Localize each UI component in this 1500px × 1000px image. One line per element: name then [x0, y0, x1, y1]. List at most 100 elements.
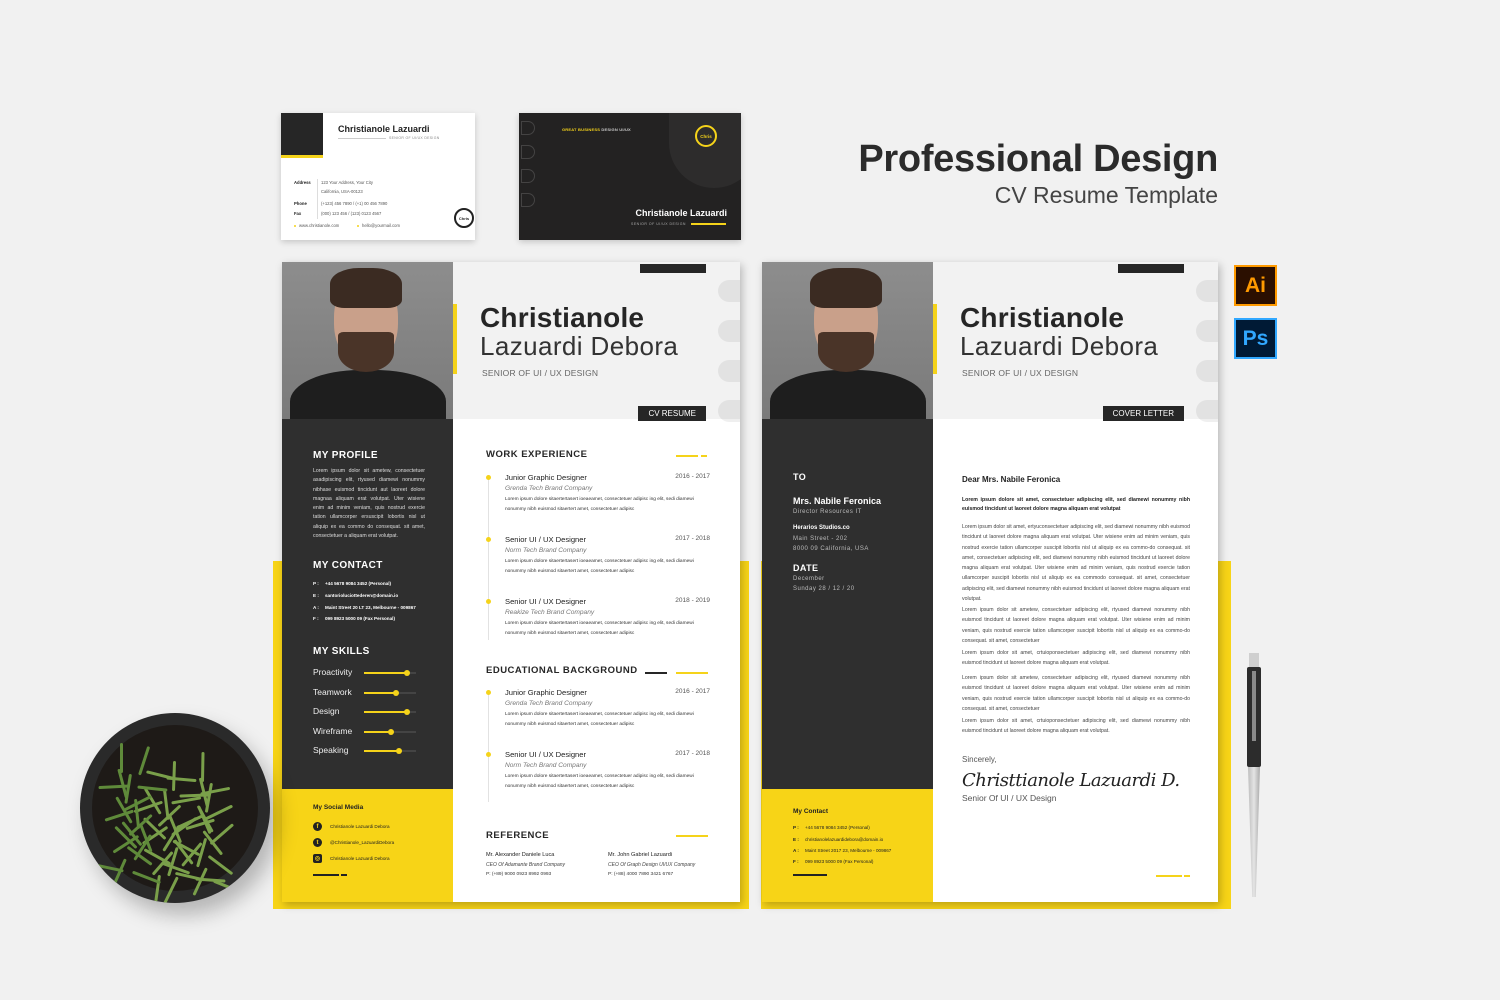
- bullet-icon: [294, 224, 296, 227]
- profile-photo: [762, 262, 933, 419]
- skill-label: Teamwork: [313, 686, 352, 697]
- date-day: Sunday 28 / 12 / 20: [793, 586, 855, 592]
- cv-sidebar: MY PROFILE Lorem ipsum dolor sit ametew,…: [282, 419, 453, 789]
- card-address-line1: 123 Your Address, Your City: [321, 180, 373, 185]
- section-accent-line: [676, 672, 708, 674]
- skill-bar-knob: [403, 670, 410, 676]
- reference-phone: P: (+88) 4000 7890 3421 6767: [608, 872, 674, 877]
- signature: Christtianole Lazuardi D.: [962, 770, 1180, 791]
- entry-title: Junior Graphic Designer: [505, 688, 587, 697]
- card-website-text: www.christianole.com: [299, 223, 340, 228]
- work-heading: WORK EXPERIENCE: [486, 449, 588, 460]
- card-fax: (000) 123 456 / (123) 0123 4567: [321, 211, 382, 216]
- cv-first-name: Christianole: [480, 302, 645, 333]
- contact-key: A :: [313, 605, 319, 610]
- contact-value: 099 8923 5000 09 (Fax Personal): [805, 859, 874, 864]
- recipient-title: Director Resources IT: [793, 509, 862, 515]
- contact-value: santorioluciottederen@domain.io: [325, 593, 399, 598]
- entry-description: Lorem ipsum dolore sitaertertasert ioeae…: [505, 497, 694, 512]
- facebook-icon: f: [313, 822, 322, 831]
- header-top-bar: [640, 264, 706, 273]
- photoshop-icon: Ps: [1234, 318, 1277, 359]
- lead-paragraph: Lorem ipsum dolore sit amet, consectetue…: [962, 497, 1190, 513]
- instagram-icon: ◎: [313, 854, 322, 863]
- contact-key: F :: [793, 859, 799, 864]
- social-facebook[interactable]: f Christianole Lazuardi Debora: [313, 822, 390, 831]
- reference-role: CEO Of Adamante Brand Company: [486, 862, 566, 868]
- card-vertical-divider: [317, 179, 318, 219]
- skill-bar-fill: [364, 730, 392, 733]
- headline-title: Professional Design: [858, 138, 1218, 180]
- card-back-name: Christianole Lazuardi: [635, 208, 727, 218]
- footer-divider: [793, 874, 827, 876]
- twitter-icon: t: [313, 838, 322, 847]
- skill-bar: [364, 728, 416, 735]
- section-accent-line: [676, 835, 708, 837]
- card-phone-label: Phone: [294, 201, 307, 206]
- cl-first-name: Christianole: [960, 302, 1125, 333]
- pen-decoration: [1247, 653, 1261, 913]
- recipient-name: Mrs. Nabile Feronica: [793, 496, 882, 506]
- profile-text: Lorem ipsum dolor sit ametew, consectetu…: [313, 468, 425, 540]
- entry-dates: 2017 - 2018: [675, 750, 710, 757]
- timeline-dot: [486, 752, 491, 757]
- social-footer: My Social Media f Christianole Lazuardi D…: [282, 789, 453, 902]
- profile-heading: MY PROFILE: [313, 450, 378, 461]
- skill-bar: [364, 670, 416, 676]
- skill-bar-fill: [364, 691, 396, 694]
- date-heading: DATE: [793, 563, 819, 573]
- card-back-subtitle: SENIOR OF UI/UX DESIGN: [631, 222, 686, 226]
- contact-heading: MY CONTACT: [313, 560, 383, 571]
- contact-value: +44 5678 9084 3452 (Personal): [805, 825, 870, 830]
- education-timeline: [488, 690, 489, 802]
- tagline-rest: DESIGN UI/UX: [600, 127, 631, 132]
- entry-company: Grenda Tech Brand Company: [505, 700, 593, 707]
- social-instagram[interactable]: ◎ Christianole Lazuardi Debora: [313, 854, 390, 863]
- card-seal-logo-icon: Chris: [454, 208, 474, 228]
- reference-role: CEO Of Graph Design UI/UX Company: [608, 862, 696, 868]
- timeline-dot: [486, 690, 491, 695]
- letter-paragraph: Lorem ipsum dolor sit amet, crtuioponsec…: [962, 718, 1190, 735]
- skill-bar-knob: [403, 709, 410, 715]
- skill-bar: [364, 709, 416, 715]
- card-divider: [338, 138, 386, 139]
- card-pattern: [519, 113, 537, 240]
- timeline-dot: [486, 537, 491, 542]
- card-email: hello@yourmail.com: [357, 223, 400, 228]
- cl-sidebar: TO Mrs. Nabile Feronica Director Resourc…: [762, 419, 933, 789]
- footer-accent-line: [1156, 875, 1182, 877]
- cl-contact-address: A : Maint Street 2017 23, Melbourne - 009…: [793, 848, 891, 853]
- card-email-text: hello@yourmail.com: [362, 223, 400, 228]
- skill-label: Design: [313, 706, 340, 716]
- header-accent-mark: [453, 304, 457, 374]
- contact-value: +44 5678 9084 3452 (Personal): [325, 581, 392, 586]
- skill-label: Proactivity: [313, 667, 353, 677]
- social-heading: My Social Media: [313, 804, 364, 811]
- cv-last-name: Lazuardi Debora: [480, 331, 679, 361]
- reference-heading: REFERENCE: [486, 830, 550, 841]
- entry-title: Senior UI / UX Designer: [505, 535, 587, 544]
- header-pattern: [714, 262, 740, 422]
- letter-paragraph: Lorem ipsum dolor sit amet, ertyuconsect…: [962, 524, 1190, 603]
- contact-key: E :: [313, 593, 319, 598]
- card-accent-bar: [281, 155, 323, 158]
- cl-contact-footer: My Contact P : +44 5678 9084 3452 (Person…: [762, 789, 933, 902]
- date-month: December: [793, 576, 825, 582]
- timeline-dot: [486, 475, 491, 480]
- header-pattern: [1192, 262, 1218, 422]
- reference-name: Mr. Alexander Daniele Luca: [486, 852, 555, 858]
- card-address-label: Address: [294, 180, 311, 185]
- to-heading: TO: [793, 472, 807, 482]
- section-accent-dots: [701, 455, 707, 457]
- skill-bar: [364, 748, 416, 754]
- footer-divider: [313, 874, 339, 876]
- closing: Sincerely,: [962, 755, 997, 764]
- social-twitter[interactable]: t @Christianole_LazuardiDebora: [313, 838, 394, 847]
- card-phone: (+123) 456 7890 / (+1) 00 456 7890: [321, 201, 388, 206]
- contact-email: E : santorioluciottederen@domain.io: [313, 593, 398, 598]
- entry-company: Norm Tech Brand Company: [505, 547, 587, 554]
- skill-bar-fill: [364, 711, 407, 713]
- entry-company: Norm Tech Brand Company: [505, 762, 587, 769]
- entry-description: Lorem ipsum dolore sitaertertasert ioeae…: [505, 559, 694, 574]
- contact-value: Maint Street 2017 23, Melbourne - 009867: [805, 848, 892, 853]
